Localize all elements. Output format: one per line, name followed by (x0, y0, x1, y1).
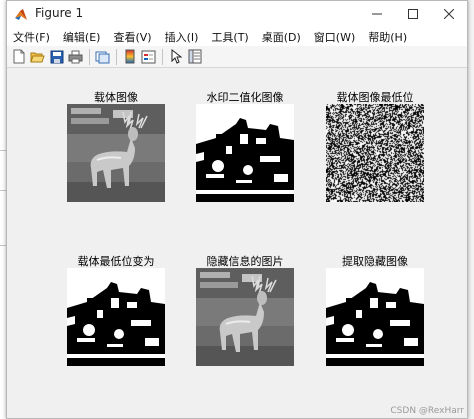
menu-desktop[interactable]: 桌面(D) (256, 29, 308, 45)
subplot-lsb-replaced[interactable] (67, 268, 165, 366)
property-inspector-button[interactable] (186, 48, 203, 65)
maximize-icon (408, 9, 418, 19)
menu-help[interactable]: 帮助(H) (362, 29, 414, 45)
subplot-title: 隐藏信息的图片 (206, 255, 284, 268)
link-plot-button[interactable] (94, 48, 111, 65)
new-figure-icon (13, 49, 24, 64)
train-binary-image (67, 268, 165, 366)
matlab-logo-icon (14, 7, 28, 21)
toolbar-separator (116, 48, 117, 65)
menu-edit[interactable]: 编辑(E) (57, 29, 108, 45)
open-file-icon (30, 52, 45, 62)
close-button[interactable] (431, 1, 467, 27)
toolbar-separator (89, 48, 90, 65)
subplot-title: 载体图像最低位 (336, 91, 414, 104)
subplot-watermark-binary[interactable] (196, 104, 294, 202)
subplot-title: 提取隐藏图像 (342, 255, 408, 268)
minimize-icon (372, 13, 382, 15)
subplot-carrier-lsb[interactable] (326, 104, 424, 202)
subplot-title: 载体图像 (94, 91, 138, 104)
subplot-extracted-image[interactable] (326, 268, 424, 366)
window-title: Figure 1 (35, 6, 84, 20)
insert-legend-button[interactable] (140, 48, 157, 65)
close-icon (444, 9, 454, 19)
subplot-stego-image[interactable] (196, 268, 294, 366)
deer-image (67, 104, 165, 202)
minimize-button[interactable] (359, 1, 395, 27)
menu-tools[interactable]: 工具(T) (205, 29, 255, 45)
subplot-title: 水印二值化图像 (206, 91, 284, 104)
insert-legend-icon (141, 50, 156, 63)
menu-view[interactable]: 查看(V) (107, 29, 158, 45)
maximize-button[interactable] (395, 1, 431, 27)
figure-window: Figure 1 文件(F) 编辑(E) 查看(V) 插入(I) 工具(T) 桌… (6, 0, 468, 419)
save-figure-button[interactable] (48, 48, 65, 65)
deer-image (196, 268, 294, 366)
toolbar-separator (162, 48, 163, 65)
print-figure-button[interactable] (67, 48, 84, 65)
save-figure-icon (50, 50, 63, 63)
edit-plot-button[interactable] (167, 48, 184, 65)
menu-bar: 文件(F) 编辑(E) 查看(V) 插入(I) 工具(T) 桌面(D) 窗口(W… (7, 27, 467, 46)
title-bar[interactable]: Figure 1 (7, 1, 467, 27)
insert-colorbar-icon (125, 49, 134, 64)
lsb-noise-image (326, 104, 424, 202)
edit-plot-icon (171, 49, 182, 64)
print-figure-icon (68, 50, 83, 63)
insert-colorbar-button[interactable] (121, 48, 138, 65)
new-figure-button[interactable] (10, 48, 27, 65)
train-binary-image (326, 268, 424, 366)
train-binary-image (196, 104, 294, 202)
figure-canvas[interactable]: 载体图像 水印二值化图像 载体图像最低位 载体最低位变为 隐藏信息的图片 提取隐… (7, 69, 467, 418)
subplot-title: 载体最低位变为 (77, 255, 155, 268)
property-inspector-icon (188, 49, 201, 64)
menu-file[interactable]: 文件(F) (7, 29, 57, 45)
figure-toolbar (7, 46, 467, 68)
subplot-carrier-image[interactable] (67, 104, 165, 202)
link-plot-icon (95, 51, 110, 63)
menu-insert[interactable]: 插入(I) (159, 29, 206, 45)
open-file-button[interactable] (29, 48, 46, 65)
watermark-text: CSDN @RexHarr (390, 406, 464, 416)
menu-window[interactable]: 窗口(W) (308, 29, 362, 45)
